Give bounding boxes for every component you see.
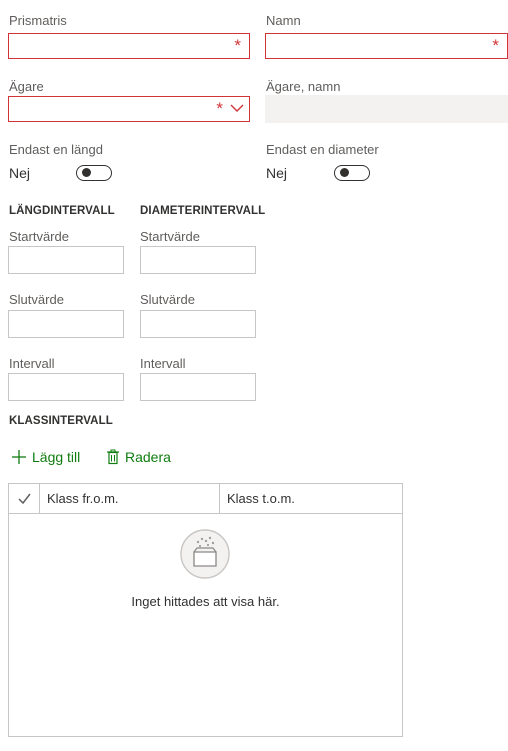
agare-lookup[interactable]: *: [8, 96, 250, 122]
prismatris-label: Prismatris: [9, 13, 67, 28]
delete-button-label: Radera: [125, 449, 171, 465]
langdintervall-heading: LÄNGDINTERVALL: [9, 205, 115, 217]
grid-header: Klass fr.o.m. Klass t.o.m.: [9, 484, 402, 514]
langd-slutvarde-label: Slutvärde: [9, 292, 64, 307]
required-indicator: *: [492, 36, 499, 55]
required-indicator: *: [216, 99, 223, 118]
checkmark-icon[interactable]: [18, 493, 31, 504]
trash-icon: [107, 449, 119, 465]
langd-intervall-label: Intervall: [9, 356, 55, 371]
diameter-startvarde-input[interactable]: [140, 246, 256, 274]
diameter-slutvarde-label: Slutvärde: [140, 292, 195, 307]
klassintervall-heading: KLASSINTERVALL: [9, 415, 113, 427]
agare-namn-field: [265, 95, 508, 123]
namn-label: Namn: [266, 13, 301, 28]
langd-startvarde-input[interactable]: [8, 246, 124, 274]
prismatris-field[interactable]: *: [8, 33, 250, 59]
toggle-knob: [82, 168, 91, 177]
toggle-knob: [340, 168, 349, 177]
endast-diameter-label: Endast en diameter: [266, 142, 379, 157]
empty-state-message: Inget hittades att visa här.: [131, 594, 280, 609]
klassintervall-grid: Klass fr.o.m. Klass t.o.m. Inget hittade…: [8, 483, 403, 737]
delete-button[interactable]: Radera: [106, 449, 171, 465]
diameter-slutvarde-input[interactable]: [140, 310, 256, 338]
endast-langd-value: Nej: [9, 165, 31, 181]
empty-folder-icon: [180, 529, 230, 579]
diameter-intervall-input[interactable]: [140, 373, 256, 401]
required-indicator: *: [234, 36, 241, 55]
column-separator: [219, 484, 220, 513]
column-header-klass-from[interactable]: Klass fr.o.m.: [47, 484, 119, 513]
add-button-label: Lägg till: [32, 449, 81, 465]
endast-diameter-toggle[interactable]: [334, 165, 370, 181]
agare-label: Ägare: [9, 79, 44, 94]
diameter-startvarde-label: Startvärde: [140, 229, 200, 244]
add-button[interactable]: Lägg till: [11, 449, 80, 465]
langd-startvarde-label: Startvärde: [9, 229, 69, 244]
plus-icon: [12, 450, 26, 464]
endast-diameter-value: Nej: [266, 165, 288, 181]
diameterintervall-heading: DIAMETERINTERVALL: [140, 205, 266, 217]
column-separator: [39, 484, 40, 513]
langd-slutvarde-input[interactable]: [8, 310, 124, 338]
column-header-klass-tom[interactable]: Klass t.o.m.: [227, 484, 295, 513]
namn-field[interactable]: *: [265, 33, 508, 59]
langd-intervall-input[interactable]: [8, 373, 124, 401]
endast-langd-label: Endast en längd: [9, 142, 103, 157]
diameter-intervall-label: Intervall: [140, 356, 186, 371]
endast-langd-toggle[interactable]: [76, 165, 112, 181]
agare-namn-label: Ägare, namn: [266, 79, 341, 94]
chevron-down-icon[interactable]: [230, 103, 244, 113]
